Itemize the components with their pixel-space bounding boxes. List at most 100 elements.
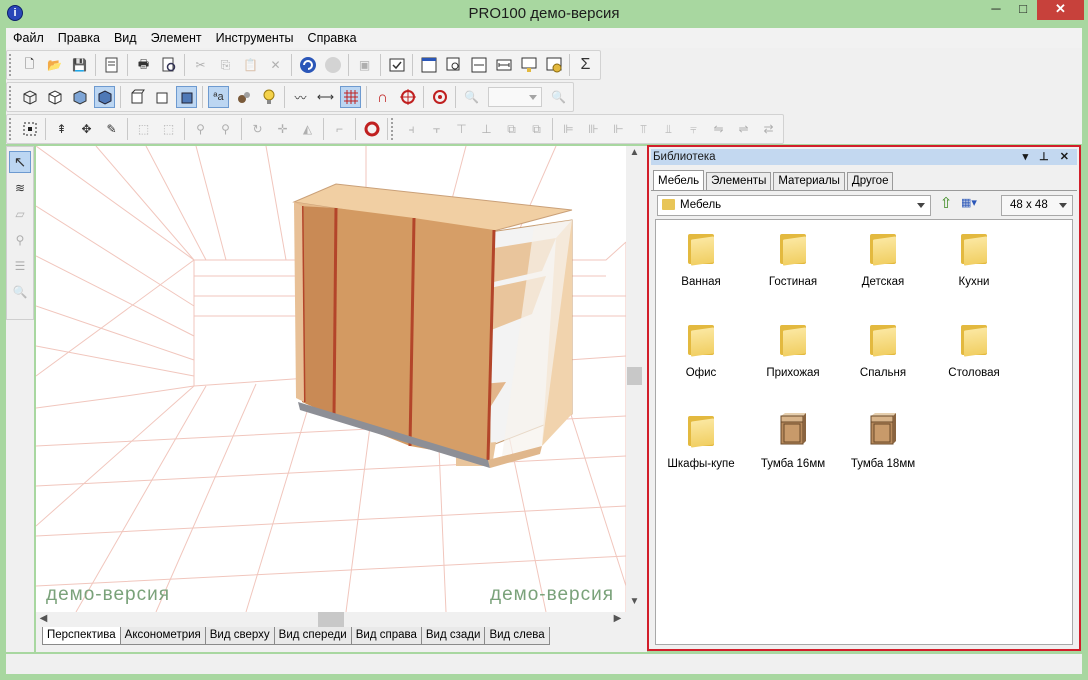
redo-icon[interactable]	[322, 54, 343, 76]
align-front-icon[interactable]: ⫪	[633, 118, 654, 140]
report-icon[interactable]	[418, 54, 439, 76]
sum-icon[interactable]: Σ	[575, 54, 596, 76]
materials-icon[interactable]	[233, 86, 254, 108]
align-top-icon[interactable]: ⊤	[451, 118, 472, 140]
paste-icon[interactable]: 📋	[240, 54, 261, 76]
print-icon[interactable]: 🖶	[133, 54, 154, 76]
tab-elements[interactable]: Элементы	[706, 172, 772, 190]
center-target-icon[interactable]	[429, 86, 450, 108]
align-right-edge-icon[interactable]: ⊩	[608, 118, 629, 140]
toolbar-grip[interactable]	[9, 54, 14, 76]
align-depth-icon[interactable]: ⫫	[658, 118, 679, 140]
library-item[interactable]: Гостиная	[748, 220, 838, 300]
tab-materials[interactable]: Материалы	[773, 172, 845, 190]
box-solid-icon[interactable]	[176, 86, 197, 108]
shaded-view-icon[interactable]	[69, 86, 90, 108]
group-icon[interactable]: ▣	[354, 54, 375, 76]
select-arrow-icon[interactable]: ↖	[9, 151, 31, 173]
delete-icon[interactable]: ✕	[265, 54, 286, 76]
move-up-icon[interactable]: ⇞	[51, 118, 72, 140]
scroll-down-arrow-icon[interactable]: ▼	[627, 596, 642, 607]
align-back-icon[interactable]: ⫧	[683, 118, 704, 140]
align-center-icon[interactable]: ⫟	[426, 118, 447, 140]
open-file-icon[interactable]: 📂	[44, 54, 65, 76]
library-item[interactable]: Кухни	[929, 220, 1019, 300]
move-icon[interactable]: ✥	[76, 118, 97, 140]
toolbar-grip[interactable]	[9, 86, 14, 108]
distribute-icon[interactable]: ⧉	[501, 118, 522, 140]
viewport-vertical-scrollbar[interactable]: ▲ ▼	[626, 146, 643, 612]
scroll-up-arrow-icon[interactable]: ▲	[627, 147, 642, 158]
library-item[interactable]: Прихожая	[748, 311, 838, 391]
section-plane-icon[interactable]: ≋	[9, 177, 31, 199]
folder-select[interactable]: Мебель	[657, 195, 931, 216]
library-item[interactable]: Офис	[656, 311, 746, 391]
library-item[interactable]: Тумба 16мм	[748, 402, 838, 482]
properties-icon[interactable]	[101, 54, 122, 76]
menu-help[interactable]: Справка	[301, 28, 364, 48]
hidden-lines-view-icon[interactable]	[44, 86, 65, 108]
tab-back-view[interactable]: Вид сзади	[420, 627, 486, 645]
maximize-button[interactable]: □	[1010, 0, 1036, 20]
tab-furniture[interactable]: Мебель	[653, 170, 705, 191]
measure-icon[interactable]	[493, 54, 514, 76]
tab-top-view[interactable]: Вид сверху	[204, 627, 275, 645]
close-button[interactable]: ✕	[1037, 0, 1084, 20]
vertical-scroll-thumb[interactable]	[627, 367, 642, 385]
frame-tool-icon[interactable]: ▱	[9, 203, 31, 225]
menu-view[interactable]: Вид	[107, 28, 144, 48]
spread-vertical-icon[interactable]: ⇌	[733, 118, 754, 140]
folder-up-icon[interactable]: ⇧	[937, 196, 955, 214]
rotate-icon[interactable]: ↻	[247, 118, 268, 140]
library-item[interactable]: Столовая	[929, 311, 1019, 391]
textured-view-icon[interactable]	[94, 86, 115, 108]
corner-icon[interactable]: ⌐	[329, 118, 350, 140]
horizontal-scroll-thumb[interactable]	[318, 612, 344, 627]
align-middle-icon[interactable]: ⊪	[583, 118, 604, 140]
pin-list-icon[interactable]: ☰	[9, 255, 31, 277]
copy-icon[interactable]: ⎘	[215, 54, 236, 76]
library-item[interactable]: Спальня	[838, 311, 928, 391]
align-bottom-icon[interactable]: ⊥	[476, 118, 497, 140]
cut-icon[interactable]: ✂	[190, 54, 211, 76]
menu-edit[interactable]: Правка	[51, 28, 107, 48]
spread-depth-icon[interactable]: ⇄	[758, 118, 779, 140]
frame-icon[interactable]: ⬚	[133, 118, 154, 140]
library-item[interactable]: Ванная	[656, 220, 746, 300]
pin-tool-icon[interactable]: ⚲	[9, 229, 31, 251]
dimensions-icon[interactable]	[468, 54, 489, 76]
tab-other[interactable]: Другое	[846, 172, 894, 190]
scroll-left-arrow-icon[interactable]: ◀	[36, 613, 51, 624]
magnet-icon[interactable]: ∩	[372, 86, 393, 108]
pin-add-icon[interactable]: ⚲	[215, 118, 236, 140]
export-icon[interactable]	[518, 54, 539, 76]
zoom-select[interactable]	[488, 87, 542, 107]
save-icon[interactable]: 💾	[69, 54, 90, 76]
snap-target-icon[interactable]	[397, 86, 418, 108]
light-icon[interactable]	[258, 86, 279, 108]
checklist-icon[interactable]	[386, 54, 407, 76]
price-icon[interactable]	[543, 54, 564, 76]
select-points-icon[interactable]	[19, 118, 40, 140]
grid-icon[interactable]	[340, 86, 361, 108]
tab-axonometry[interactable]: Аксонометрия	[119, 627, 206, 645]
labels-icon[interactable]: ªa	[208, 86, 229, 108]
spread-horizontal-icon[interactable]: ⇋	[708, 118, 729, 140]
mirror-icon[interactable]: ◭	[297, 118, 318, 140]
minimize-button[interactable]: ─	[983, 0, 1009, 20]
move-axes-icon[interactable]: ✛	[272, 118, 293, 140]
viewport-horizontal-scrollbar[interactable]: ◀ ▶	[36, 612, 626, 627]
distribute-alt-icon[interactable]: ⧉	[526, 118, 547, 140]
ruler-icon[interactable]: ⟷	[315, 86, 336, 108]
zoom-tool-icon[interactable]: 🔍	[9, 281, 31, 303]
tab-right-view[interactable]: Вид справа	[350, 627, 422, 645]
wireframe-view-icon[interactable]	[19, 86, 40, 108]
toolbar-grip[interactable]	[391, 118, 396, 140]
library-item[interactable]: Детская	[838, 220, 928, 300]
scroll-right-arrow-icon[interactable]: ▶	[610, 613, 625, 624]
tab-front-view[interactable]: Вид спереди	[273, 627, 352, 645]
zoom-in-icon[interactable]: 🔍	[548, 86, 569, 108]
tab-left-view[interactable]: Вид слева	[484, 627, 550, 645]
new-file-icon[interactable]: 🗋	[19, 54, 40, 76]
lifebuoy-icon[interactable]	[361, 118, 382, 140]
